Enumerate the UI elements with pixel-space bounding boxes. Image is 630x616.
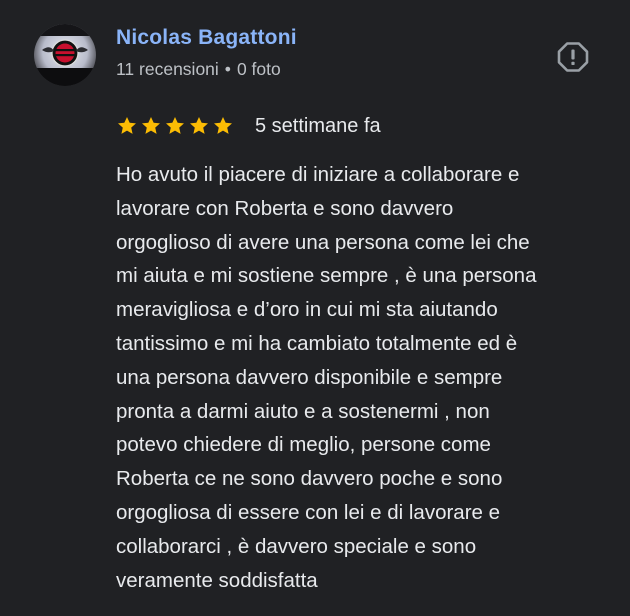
rating-row: 5 settimane fa bbox=[116, 112, 381, 140]
review-text-line: orgoglioso di avere una persona come lei… bbox=[116, 230, 530, 254]
review-text-line: potevo chiedere di meglio, persone come bbox=[116, 433, 491, 457]
review-text-line: Ho avuto il piacere di iniziare a collab… bbox=[116, 163, 520, 186]
review-text-line: meravigliosa e d’oro in cui mi sta aiuta… bbox=[116, 298, 498, 322]
photos-count: 0 foto bbox=[236, 59, 281, 79]
reviews-count: 11 recensioni bbox=[116, 59, 219, 79]
review-card: Nicolas Bagattoni 11 recensioni • 0 foto 5… bbox=[0, 0, 630, 616]
star-icon bbox=[214, 117, 232, 134]
milan-logo-avatar-icon bbox=[34, 24, 96, 86]
report-flag-icon bbox=[557, 42, 589, 72]
review-text-line: collaborarci , è davvero speciale e sono bbox=[116, 534, 477, 558]
star-icon bbox=[190, 117, 208, 134]
review-text-line: veramente soddisfatta bbox=[116, 568, 318, 592]
author-name[interactable]: Nicolas Bagattoni bbox=[116, 26, 297, 50]
star-rating bbox=[116, 115, 234, 137]
review-text-line: una persona davvero disponibile e sempre bbox=[116, 365, 503, 389]
meta-separator: • bbox=[224, 59, 231, 79]
review-text-line: mi aiuta e mi sostiene sempre , è una pe… bbox=[116, 264, 537, 288]
star-icon bbox=[142, 117, 160, 134]
report-button[interactable] bbox=[556, 40, 590, 74]
avatar[interactable] bbox=[34, 24, 96, 86]
review-text-line: lavorare con Roberta e sono davvero bbox=[116, 196, 454, 220]
review-text-line: pronta a darmi aiuto e a sostenermi , no… bbox=[116, 399, 490, 423]
review-text-line: orgogliosa di essere con lei e di lavora… bbox=[116, 500, 501, 524]
star-icon bbox=[118, 117, 136, 134]
review-date: 5 settimane fa bbox=[255, 114, 381, 137]
author-meta: 11 recensioni • 0 foto bbox=[116, 59, 281, 80]
review-text-line: tantissimo e mi ha cambiato totalmente e… bbox=[116, 331, 518, 355]
star-icon bbox=[166, 117, 184, 134]
review-text: Ho avuto il piacere di iniziare a collab… bbox=[116, 158, 612, 597]
review-text-line: Roberta ce ne sono davvero poche e sono bbox=[116, 467, 503, 491]
